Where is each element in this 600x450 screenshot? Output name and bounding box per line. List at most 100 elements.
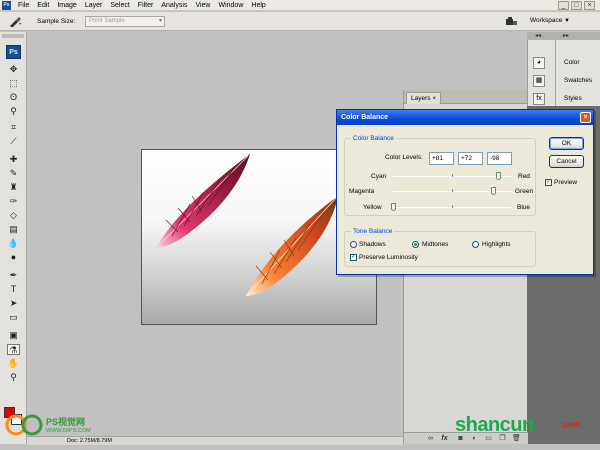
sample-size-label: Sample Size: [37, 18, 76, 25]
restore-button[interactable]: □ [571, 1, 582, 10]
zoom-tool-icon[interactable]: ⚲ [7, 372, 20, 383]
brush-tool-icon[interactable]: ✎ [7, 168, 20, 179]
healing-brush-tool-icon[interactable]: ✚ [7, 154, 20, 165]
pen-tool-icon[interactable]: ✒ [7, 270, 20, 281]
green-label: Green [515, 188, 534, 195]
orange-feather [245, 196, 338, 297]
collapse-left-icon[interactable]: ◂◂ [535, 32, 541, 40]
magenta-green-level-input[interactable]: +72 [458, 152, 483, 165]
notes-tool-icon[interactable]: ▣ [7, 330, 20, 341]
dock-styles-label: Styles [564, 95, 582, 102]
menu-analysis[interactable]: Analysis [157, 0, 191, 11]
sample-size-value: Point Sample [89, 18, 125, 24]
dock-header: ◂◂ ▸▸ [527, 32, 600, 40]
move-tool-icon[interactable]: ✥ [7, 64, 20, 75]
shadows-radio[interactable] [350, 241, 357, 248]
workspace-chevron-icon[interactable]: ▼ [564, 16, 570, 26]
menu-image[interactable]: Image [53, 0, 80, 11]
slice-tool-icon[interactable]: ⟋ [7, 136, 20, 147]
layers-tab-close-icon[interactable]: × [432, 95, 436, 102]
layers-tab-bar: Layers × [404, 90, 528, 104]
preserve-luminosity-label[interactable]: Preserve Luminosity [359, 253, 418, 262]
lasso-tool-icon[interactable]: ʘ [7, 92, 20, 103]
highlights-label[interactable]: Highlights [482, 240, 511, 249]
dodge-tool-icon[interactable]: ● [7, 252, 20, 263]
toolbox: Ps ✥ ⬚ ʘ ⚲ ⌗ ⟋ ✚ ✎ ♜ ✑ ◇ ▤ 💧 ● ✒ T ➤ ▭ ▣… [0, 32, 27, 444]
eyedropper-icon[interactable] [8, 16, 22, 27]
yellow-blue-level-input[interactable]: -98 [487, 152, 512, 165]
toolbox-grip[interactable] [2, 34, 24, 38]
eyedropper-tool-icon[interactable]: ⚗ [7, 344, 20, 355]
shadows-label[interactable]: Shadows [359, 240, 386, 249]
yellow-blue-center-tick [452, 205, 453, 208]
crop-tool-icon[interactable]: ⌗ [7, 122, 20, 133]
blue-label: Blue [517, 204, 531, 211]
ps-watermark-text: PS视觉网 [46, 417, 86, 427]
cyan-label: Cyan [371, 173, 387, 180]
magic-wand-tool-icon[interactable]: ⚲ [7, 106, 20, 117]
cyan-red-center-tick [452, 174, 453, 177]
fx-icon[interactable]: fx [440, 434, 449, 443]
magenta-feather [155, 154, 250, 249]
sample-size-select[interactable]: Point Sample ▾ [85, 16, 165, 27]
preserve-luminosity-checkbox[interactable]: ✓ [350, 254, 357, 261]
yellow-label: Yellow [363, 204, 382, 211]
tone-balance-group: Tone Balance Shadows Midtones Highlights… [344, 227, 536, 267]
marquee-tool-icon[interactable]: ⬚ [7, 78, 20, 89]
workspace-icon[interactable] [505, 16, 519, 26]
collapse-right-icon[interactable]: ▸▸ [563, 32, 569, 40]
menu-select[interactable]: Select [106, 0, 133, 11]
styles-icon: fx [533, 93, 545, 105]
magenta-green-slider-thumb[interactable] [491, 187, 496, 195]
menu-layer[interactable]: Layer [81, 0, 107, 11]
color-levels-label: Color Levels: [385, 154, 423, 161]
eraser-tool-icon[interactable]: ◇ [7, 210, 20, 221]
type-tool-icon[interactable]: T [7, 284, 20, 295]
ps-watermark-url: WWW.68PS.COM [46, 428, 91, 434]
dialog-title-bar[interactable]: Color Balance × [337, 110, 593, 125]
menu-help[interactable]: Help [247, 0, 269, 11]
magenta-green-center-tick [452, 189, 453, 192]
dock-panel-group: ◕ Color ▦ Swatches fx Styles [527, 40, 600, 106]
tab-layers[interactable]: Layers × [406, 92, 442, 104]
minimize-button[interactable]: _ [558, 1, 569, 10]
dialog-close-button[interactable]: × [580, 112, 591, 123]
blur-tool-icon[interactable]: 💧 [7, 238, 20, 249]
photoshop-logo: Ps [6, 45, 21, 59]
cyan-red-level-input[interactable]: +81 [429, 152, 454, 165]
hand-tool-icon[interactable]: ✋ [7, 358, 20, 369]
link-layers-icon[interactable]: ∞ [426, 434, 435, 443]
highlights-radio[interactable] [472, 241, 479, 248]
path-selection-tool-icon[interactable]: ➤ [7, 298, 20, 309]
dialog-title: Color Balance [341, 114, 389, 121]
dock-item-color[interactable]: ◕ Color [528, 54, 600, 72]
midtones-radio[interactable] [412, 241, 419, 248]
menu-bar: Ps File Edit Image Layer Select Filter A… [0, 0, 600, 11]
cyan-red-slider-thumb[interactable] [496, 172, 501, 180]
cancel-button[interactable]: Cancel [549, 155, 584, 168]
layers-tab-label: Layers [411, 95, 431, 102]
menu-file[interactable]: File [14, 0, 33, 11]
magenta-label: Magenta [349, 188, 375, 195]
chevron-down-icon: ▾ [158, 18, 162, 24]
gradient-tool-icon[interactable]: ▤ [7, 224, 20, 235]
menu-window[interactable]: Window [214, 0, 247, 11]
menu-filter[interactable]: Filter [134, 0, 158, 11]
clone-stamp-tool-icon[interactable]: ♜ [7, 182, 20, 193]
preview-label[interactable]: Preview [554, 178, 577, 187]
close-app-button[interactable]: × [584, 1, 595, 10]
ok-button[interactable]: OK [549, 137, 584, 150]
preview-checkbox[interactable]: ✓ [545, 179, 552, 186]
shancun-cn-watermark: 山村网 [562, 423, 581, 429]
midtones-label[interactable]: Midtones [422, 240, 448, 249]
color-icon: ◕ [533, 57, 545, 69]
shape-tool-icon[interactable]: ▭ [7, 312, 20, 323]
dock-item-swatches[interactable]: ▦ Swatches [528, 72, 600, 90]
workspace-label[interactable]: Workspace [530, 16, 562, 26]
menu-view[interactable]: View [191, 0, 214, 11]
history-brush-tool-icon[interactable]: ✑ [7, 196, 20, 207]
dock-item-styles[interactable]: fx Styles [528, 90, 600, 108]
yellow-blue-slider-thumb[interactable] [391, 203, 396, 211]
tone-balance-group-label: Tone Balance [351, 227, 395, 236]
menu-edit[interactable]: Edit [33, 0, 53, 11]
